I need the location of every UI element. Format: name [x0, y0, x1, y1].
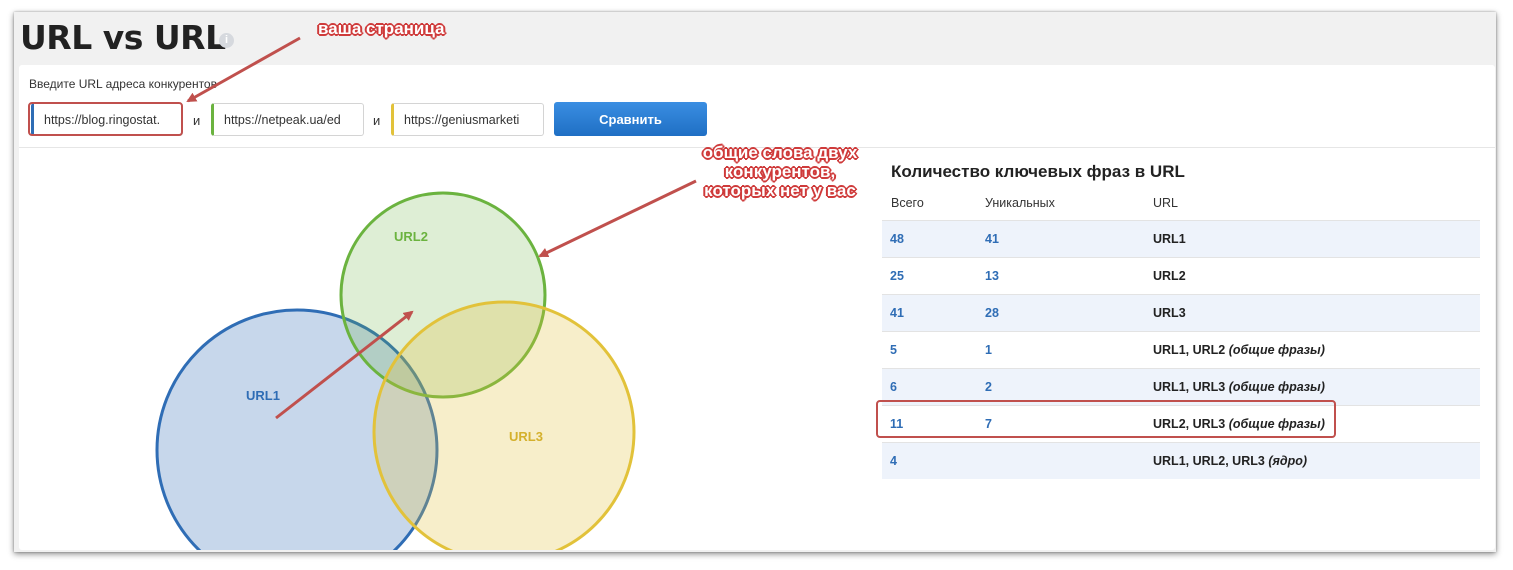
arrow-to-common-area — [538, 179, 697, 258]
common-words-callout: общие слова двух конкурентов, которых не… — [680, 143, 880, 200]
annotation-arrows — [186, 36, 697, 420]
arrow-to-your-page — [186, 36, 301, 103]
callout-line: конкурентов, — [724, 162, 836, 181]
callout-line: общие слова двух — [702, 143, 858, 162]
arrow-from-url1 — [275, 310, 414, 420]
your-page-callout: ваша страница — [318, 19, 445, 38]
callout-line: которых нет у вас — [704, 181, 856, 200]
